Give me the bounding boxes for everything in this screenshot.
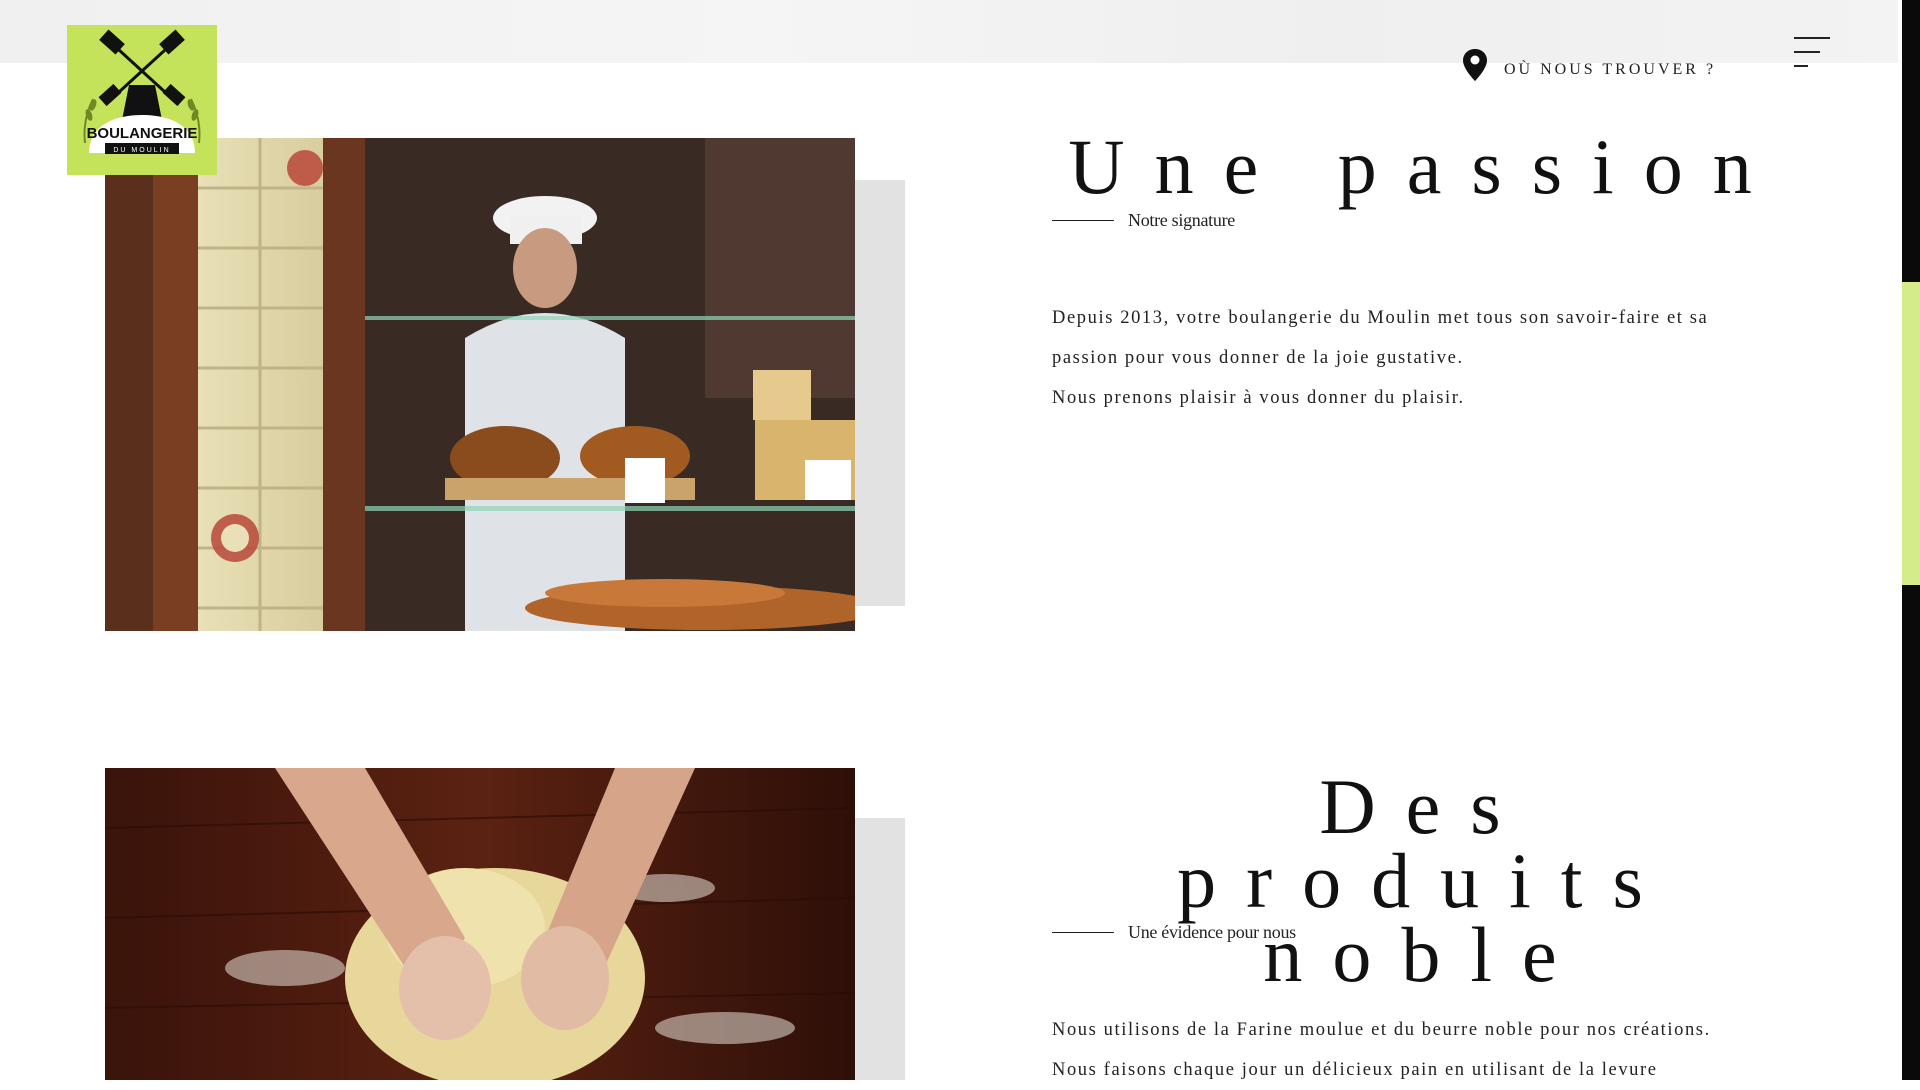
subtitle-rule [1052, 932, 1114, 933]
subtitle-rule [1052, 220, 1114, 221]
svg-text:BOULANGERIE: BOULANGERIE [87, 125, 198, 142]
svg-text:DU MOULIN: DU MOULIN [113, 147, 170, 154]
paragraph: Nous utilisons de la Farine moulue et du… [1052, 1020, 1711, 1040]
section-body-products: Nous utilisons de la Farine moulue et du… [1052, 1010, 1792, 1090]
windmill-logo-icon: BOULANGERIE DU MOULIN [83, 29, 201, 154]
subtitle-row-products: Une évidence pour nous [1052, 922, 1296, 943]
hamburger-menu-icon[interactable] [1790, 34, 1830, 74]
paragraph: Nous faisons chaque jour un délicieux pa… [1052, 1060, 1658, 1080]
map-pin-icon [1463, 49, 1487, 81]
kneading-dough-photo [105, 768, 855, 1080]
section-title-products: Des produits noble [1177, 763, 1673, 998]
section-body-passion: Depuis 2013, votre boulangerie du Moulin… [1052, 298, 1772, 418]
section-subtitle-products: Une évidence pour nous [1128, 922, 1296, 942]
section-subtitle-passion: Notre signature [1128, 210, 1235, 230]
scrollbar-thumb[interactable] [1902, 282, 1920, 585]
paragraph: Nous prenons plaisir à vous donner du pl… [1052, 388, 1465, 408]
subtitle-row-passion: Notre signature [1052, 210, 1235, 231]
brand-logo[interactable]: BOULANGERIE DU MOULIN [67, 25, 217, 175]
find-us-label[interactable]: OÙ NOUS TROUVER ? [1504, 51, 1716, 79]
paragraph: Depuis 2013, votre boulangerie du Moulin… [1052, 308, 1709, 368]
find-us-link[interactable]: OÙ NOUS TROUVER ? [1462, 48, 1716, 82]
section-title-passion: Une passion [1068, 123, 1782, 210]
bakery-window-photo [105, 138, 855, 631]
